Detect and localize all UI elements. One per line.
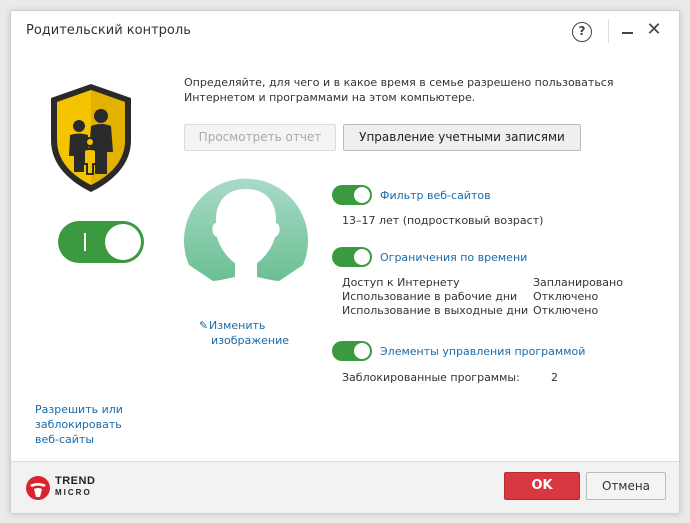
web-filter-toggle[interactable] — [332, 185, 372, 205]
web-filter-detail: 13–17 лет (подростковый возраст) — [342, 214, 544, 227]
description-line-1: Определяйте, для чего и в какое время в … — [184, 76, 614, 89]
family-shield-icon — [51, 84, 131, 192]
allow-block-line-1: Разрешить или — [35, 403, 123, 416]
time-row-label: Использование в выходные дни — [342, 304, 529, 317]
title-bar: Родительский контроль ? ✕ — [11, 11, 679, 51]
edit-image-link[interactable]: ✎Изменить изображение — [199, 318, 289, 348]
cancel-button[interactable]: Отмена — [586, 472, 666, 500]
trend-micro-logo: TREND MICRO — [25, 473, 125, 503]
view-report-button[interactable]: Просмотреть отчет — [184, 124, 336, 151]
time-row-label: Доступ к Интернету — [342, 276, 460, 289]
time-row-value: Отключено — [533, 304, 599, 317]
time-limits-link[interactable]: Ограничения по времени — [380, 251, 527, 264]
edit-image-line-1: Изменить — [209, 319, 266, 332]
description-line-2: Интернетом и программами на этом компьют… — [184, 91, 476, 104]
app-controls-toggle[interactable] — [332, 341, 372, 361]
blocked-programs-count: 2 — [551, 371, 558, 384]
time-row-value: Отключено — [533, 290, 599, 303]
time-row-label: Использование в рабочие дни — [342, 290, 518, 303]
description: Определяйте, для чего и в какое время в … — [184, 75, 624, 105]
allow-block-line-3: веб-сайты — [35, 433, 95, 446]
master-toggle[interactable] — [58, 221, 144, 263]
app-controls-link[interactable]: Элементы управления программой — [380, 345, 585, 358]
titlebar-divider — [608, 19, 609, 43]
footer: TREND MICRO OK Отмена — [11, 461, 679, 513]
toggle-on-mark — [84, 233, 86, 251]
pencil-icon: ✎ — [199, 319, 209, 332]
user-avatar[interactable] — [183, 169, 309, 295]
minimize-icon[interactable] — [620, 23, 636, 39]
blocked-programs-label: Заблокированные программы: — [342, 371, 520, 384]
trend-micro-logo-icon — [26, 476, 50, 500]
manage-accounts-button[interactable]: Управление учетными записями — [343, 124, 581, 151]
logo-text: TREND MICRO — [55, 475, 95, 499]
time-row-value: Запланировано — [533, 276, 623, 289]
allow-block-line-2: заблокировать — [35, 418, 122, 431]
toggle-knob — [105, 224, 141, 260]
close-icon[interactable]: ✕ — [645, 21, 663, 39]
window-title: Родительский контроль — [26, 23, 191, 38]
help-icon[interactable]: ? — [572, 22, 592, 42]
edit-image-line-2: изображение — [211, 334, 290, 347]
allow-block-websites-link[interactable]: Разрешить или заблокировать веб-сайты — [35, 402, 123, 447]
parental-control-window: Родительский контроль ? ✕ Определяйте, д… — [10, 10, 680, 513]
web-filter-link[interactable]: Фильтр веб-сайтов — [380, 189, 491, 202]
time-limits-toggle[interactable] — [332, 247, 372, 267]
logo-line-1: TREND — [55, 475, 96, 487]
logo-line-2: MICRO — [55, 488, 92, 497]
ok-button[interactable]: OK — [504, 472, 580, 500]
